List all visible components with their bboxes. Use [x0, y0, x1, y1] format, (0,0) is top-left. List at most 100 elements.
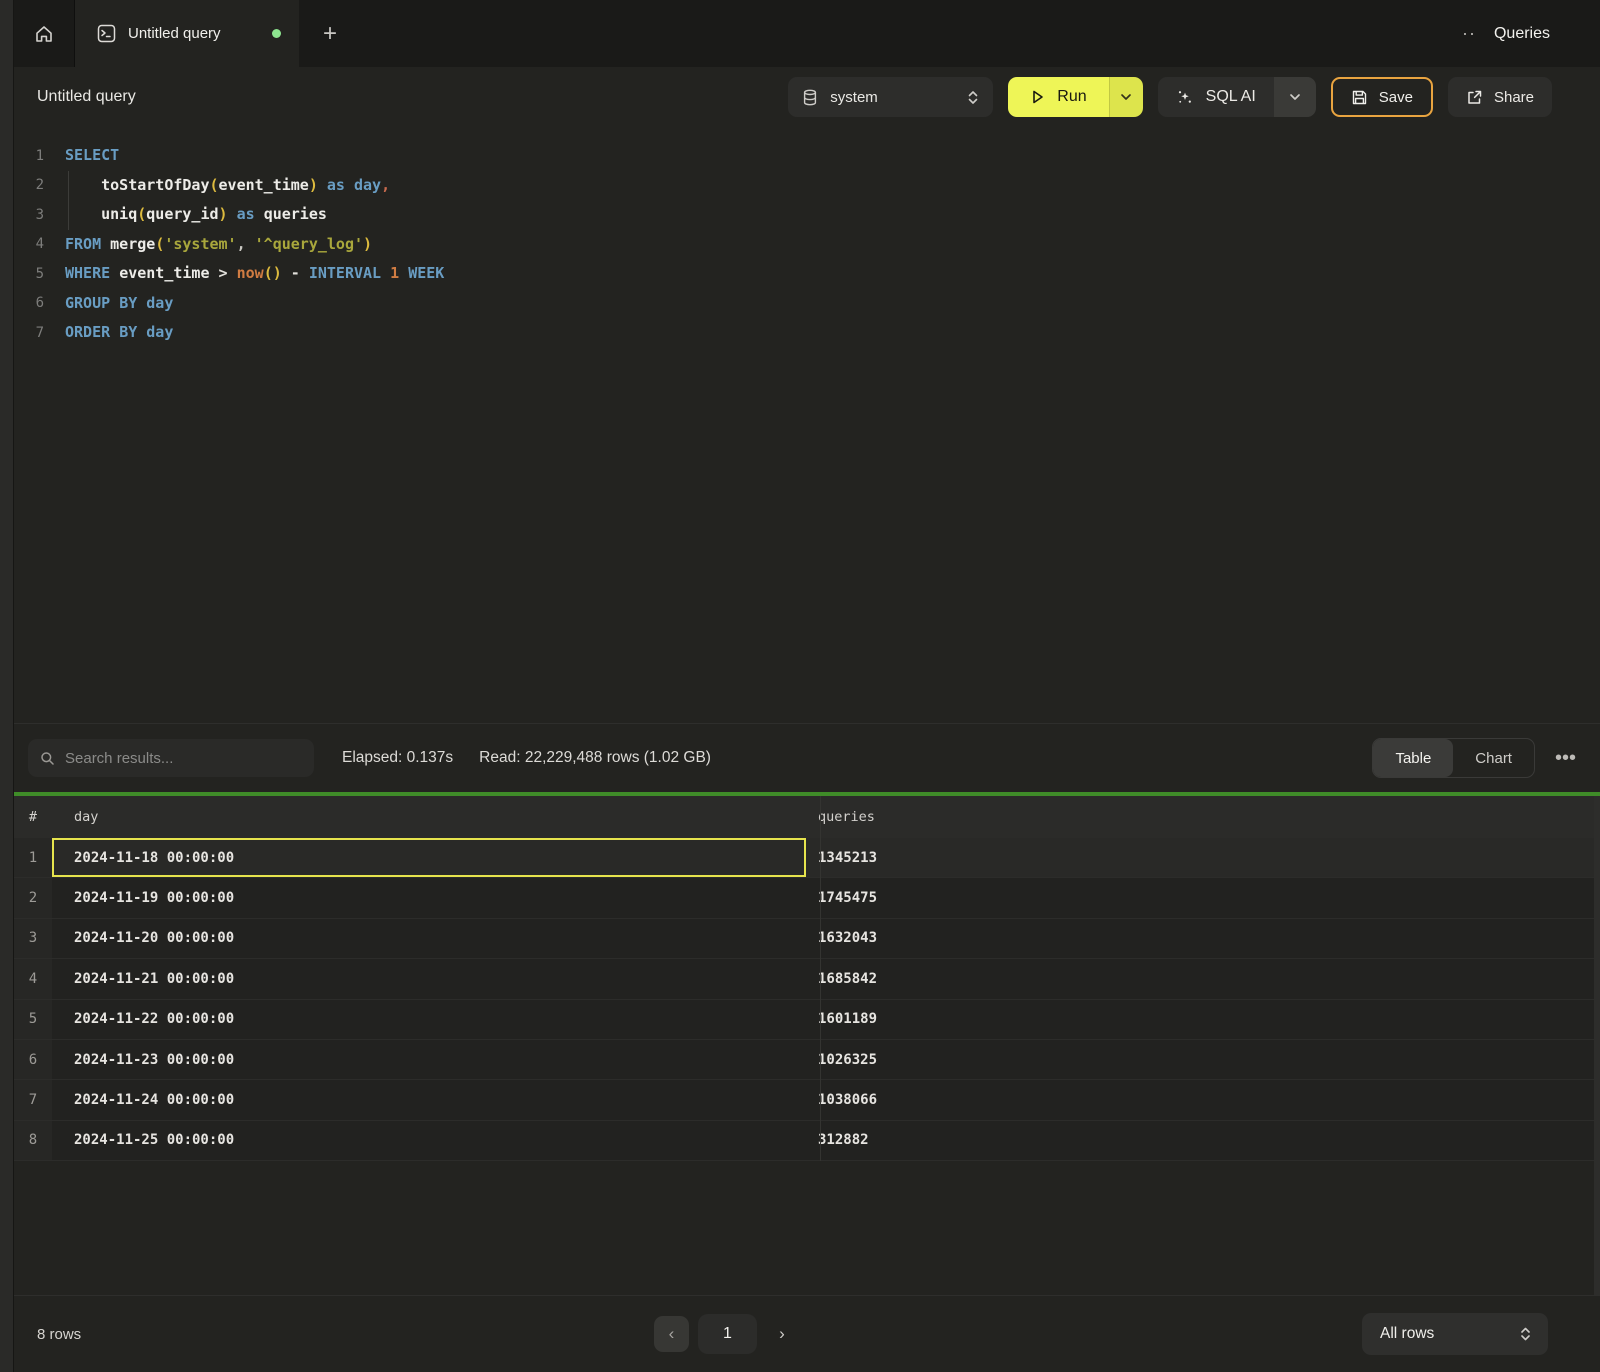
query-title: Untitled query — [37, 88, 136, 106]
row-index: 6 — [14, 1040, 52, 1079]
code-line[interactable]: 4FROM merge('system', '^query_log') — [14, 230, 1600, 260]
database-value: system — [830, 89, 955, 106]
unsaved-dot — [272, 29, 281, 38]
sql-ai-button-group: SQL AI — [1158, 77, 1316, 117]
new-tab-button[interactable]: + — [299, 0, 361, 67]
results-search[interactable] — [28, 739, 314, 777]
code-line[interactable]: 6GROUP BY day — [14, 289, 1600, 319]
table-row[interactable]: 72024-11-24 00:00:001038066 — [14, 1080, 1600, 1120]
read-stat: Read: 22,229,488 rows (1.02 GB) — [479, 749, 711, 767]
run-button[interactable]: Run — [1008, 77, 1108, 117]
cell-queries[interactable]: 312882 — [806, 1121, 1600, 1160]
code-text: toStartOfDay(event_time) as day, — [56, 171, 390, 201]
code-text: uniq(query_id) as queries — [56, 200, 327, 230]
cell-queries[interactable]: 1745475 — [806, 878, 1600, 917]
tab-untitled-query[interactable]: Untitled query — [75, 0, 299, 67]
sql-ai-button[interactable]: SQL AI — [1158, 77, 1274, 117]
query-toolbar: Untitled query system — [14, 67, 1600, 127]
home-tab[interactable] — [14, 0, 75, 67]
cell-day[interactable]: 2024-11-19 00:00:00 — [52, 878, 806, 917]
queries-link[interactable]: Queries — [1494, 25, 1550, 43]
pagination: ‹ 1 › — [654, 1314, 798, 1354]
code-text: GROUP BY day — [56, 289, 173, 319]
code-text: ORDER BY day — [56, 318, 173, 348]
search-input[interactable] — [65, 750, 302, 767]
cell-day[interactable]: 2024-11-18 00:00:00 — [52, 838, 806, 877]
results-menu-icon[interactable]: ••• — [1555, 747, 1576, 770]
line-number: 6 — [14, 295, 56, 311]
line-number: 4 — [14, 236, 56, 252]
row-index: 8 — [14, 1121, 52, 1160]
cell-day[interactable]: 2024-11-24 00:00:00 — [52, 1080, 806, 1119]
cell-queries[interactable]: 1026325 — [806, 1040, 1600, 1079]
sql-ai-caret[interactable] — [1274, 77, 1316, 117]
cell-day[interactable]: 2024-11-20 00:00:00 — [52, 919, 806, 958]
table-body: 12024-11-18 00:00:00134521322024-11-19 0… — [14, 838, 1600, 1161]
table-row[interactable]: 12024-11-18 00:00:001345213 — [14, 838, 1600, 878]
row-index: 4 — [14, 959, 52, 998]
row-count: 8 rows — [37, 1326, 81, 1343]
table-row[interactable]: 42024-11-21 00:00:001685842 — [14, 959, 1600, 999]
play-icon — [1030, 89, 1045, 105]
table-row[interactable]: 52024-11-22 00:00:001601189 — [14, 1000, 1600, 1040]
code-lines: 1SELECT2 toStartOfDay(event_time) as day… — [14, 141, 1600, 348]
code-text: WHERE event_time > now() - INTERVAL 1 WE… — [56, 259, 444, 289]
cell-day[interactable]: 2024-11-23 00:00:00 — [52, 1040, 806, 1079]
header-day[interactable]: day — [52, 809, 806, 825]
database-selector[interactable]: system — [788, 77, 993, 117]
results-table: # day queries 12024-11-18 00:00:00134521… — [14, 796, 1600, 1295]
row-index: 7 — [14, 1080, 52, 1119]
next-page-button[interactable]: › — [766, 1316, 798, 1352]
search-icon — [40, 751, 55, 766]
sidebar-toggle-icon[interactable]: ·· — [1462, 23, 1476, 44]
current-page-button[interactable]: 1 — [698, 1314, 757, 1354]
prev-page-button[interactable]: ‹ — [654, 1316, 689, 1352]
cell-day[interactable]: 2024-11-21 00:00:00 — [52, 959, 806, 998]
table-row[interactable]: 82024-11-25 00:00:00312882 — [14, 1121, 1600, 1161]
code-line[interactable]: 7ORDER BY day — [14, 318, 1600, 348]
save-icon — [1351, 89, 1368, 106]
save-label: Save — [1379, 89, 1413, 106]
code-line[interactable]: 3 uniq(query_id) as queries — [14, 200, 1600, 230]
database-icon — [802, 89, 818, 106]
table-row[interactable]: 32024-11-20 00:00:001632043 — [14, 919, 1600, 959]
line-number: 7 — [14, 325, 56, 341]
table-row[interactable]: 22024-11-19 00:00:001745475 — [14, 878, 1600, 918]
header-index[interactable]: # — [14, 809, 52, 825]
cell-queries[interactable]: 1038066 — [806, 1080, 1600, 1119]
page-size-chevrons-icon — [1519, 1326, 1532, 1342]
cell-day[interactable]: 2024-11-22 00:00:00 — [52, 1000, 806, 1039]
view-chart-tab[interactable]: Chart — [1453, 739, 1534, 777]
share-button[interactable]: Share — [1448, 77, 1552, 117]
sql-console: Untitled query + ·· Queries Untitled que… — [0, 0, 1600, 1372]
row-index: 2 — [14, 878, 52, 917]
cell-queries[interactable]: 1601189 — [806, 1000, 1600, 1039]
view-table-tab[interactable]: Table — [1373, 739, 1453, 777]
sparkles-icon — [1176, 88, 1194, 106]
code-line[interactable]: 5WHERE event_time > now() - INTERVAL 1 W… — [14, 259, 1600, 289]
code-text: FROM merge('system', '^query_log') — [56, 230, 372, 260]
cell-queries[interactable]: 1345213 — [806, 838, 1600, 877]
save-button[interactable]: Save — [1331, 77, 1433, 117]
run-options-caret[interactable] — [1109, 77, 1143, 117]
cell-queries[interactable]: 1685842 — [806, 959, 1600, 998]
elapsed-stat: Elapsed: 0.137s — [342, 749, 453, 767]
table-header: # day queries — [14, 796, 1600, 838]
code-text: SELECT — [56, 141, 119, 171]
sql-editor[interactable]: 1SELECT2 toStartOfDay(event_time) as day… — [14, 127, 1600, 723]
line-number: 1 — [14, 148, 56, 164]
cell-day[interactable]: 2024-11-25 00:00:00 — [52, 1121, 806, 1160]
tab-bar: Untitled query + ·· Queries — [14, 0, 1600, 67]
select-chevrons-icon — [967, 90, 979, 105]
sql-ai-label: SQL AI — [1206, 88, 1256, 106]
header-queries[interactable]: queries — [806, 809, 1600, 825]
left-rail — [0, 0, 14, 1372]
code-line[interactable]: 1SELECT — [14, 141, 1600, 171]
page-size-selector[interactable]: All rows — [1362, 1313, 1548, 1355]
share-icon — [1466, 89, 1483, 106]
cell-queries[interactable]: 1632043 — [806, 919, 1600, 958]
page-size-value: All rows — [1380, 1325, 1519, 1343]
table-scrollbar[interactable] — [1594, 796, 1600, 1295]
table-row[interactable]: 62024-11-23 00:00:001026325 — [14, 1040, 1600, 1080]
code-line[interactable]: 2 toStartOfDay(event_time) as day, — [14, 171, 1600, 201]
